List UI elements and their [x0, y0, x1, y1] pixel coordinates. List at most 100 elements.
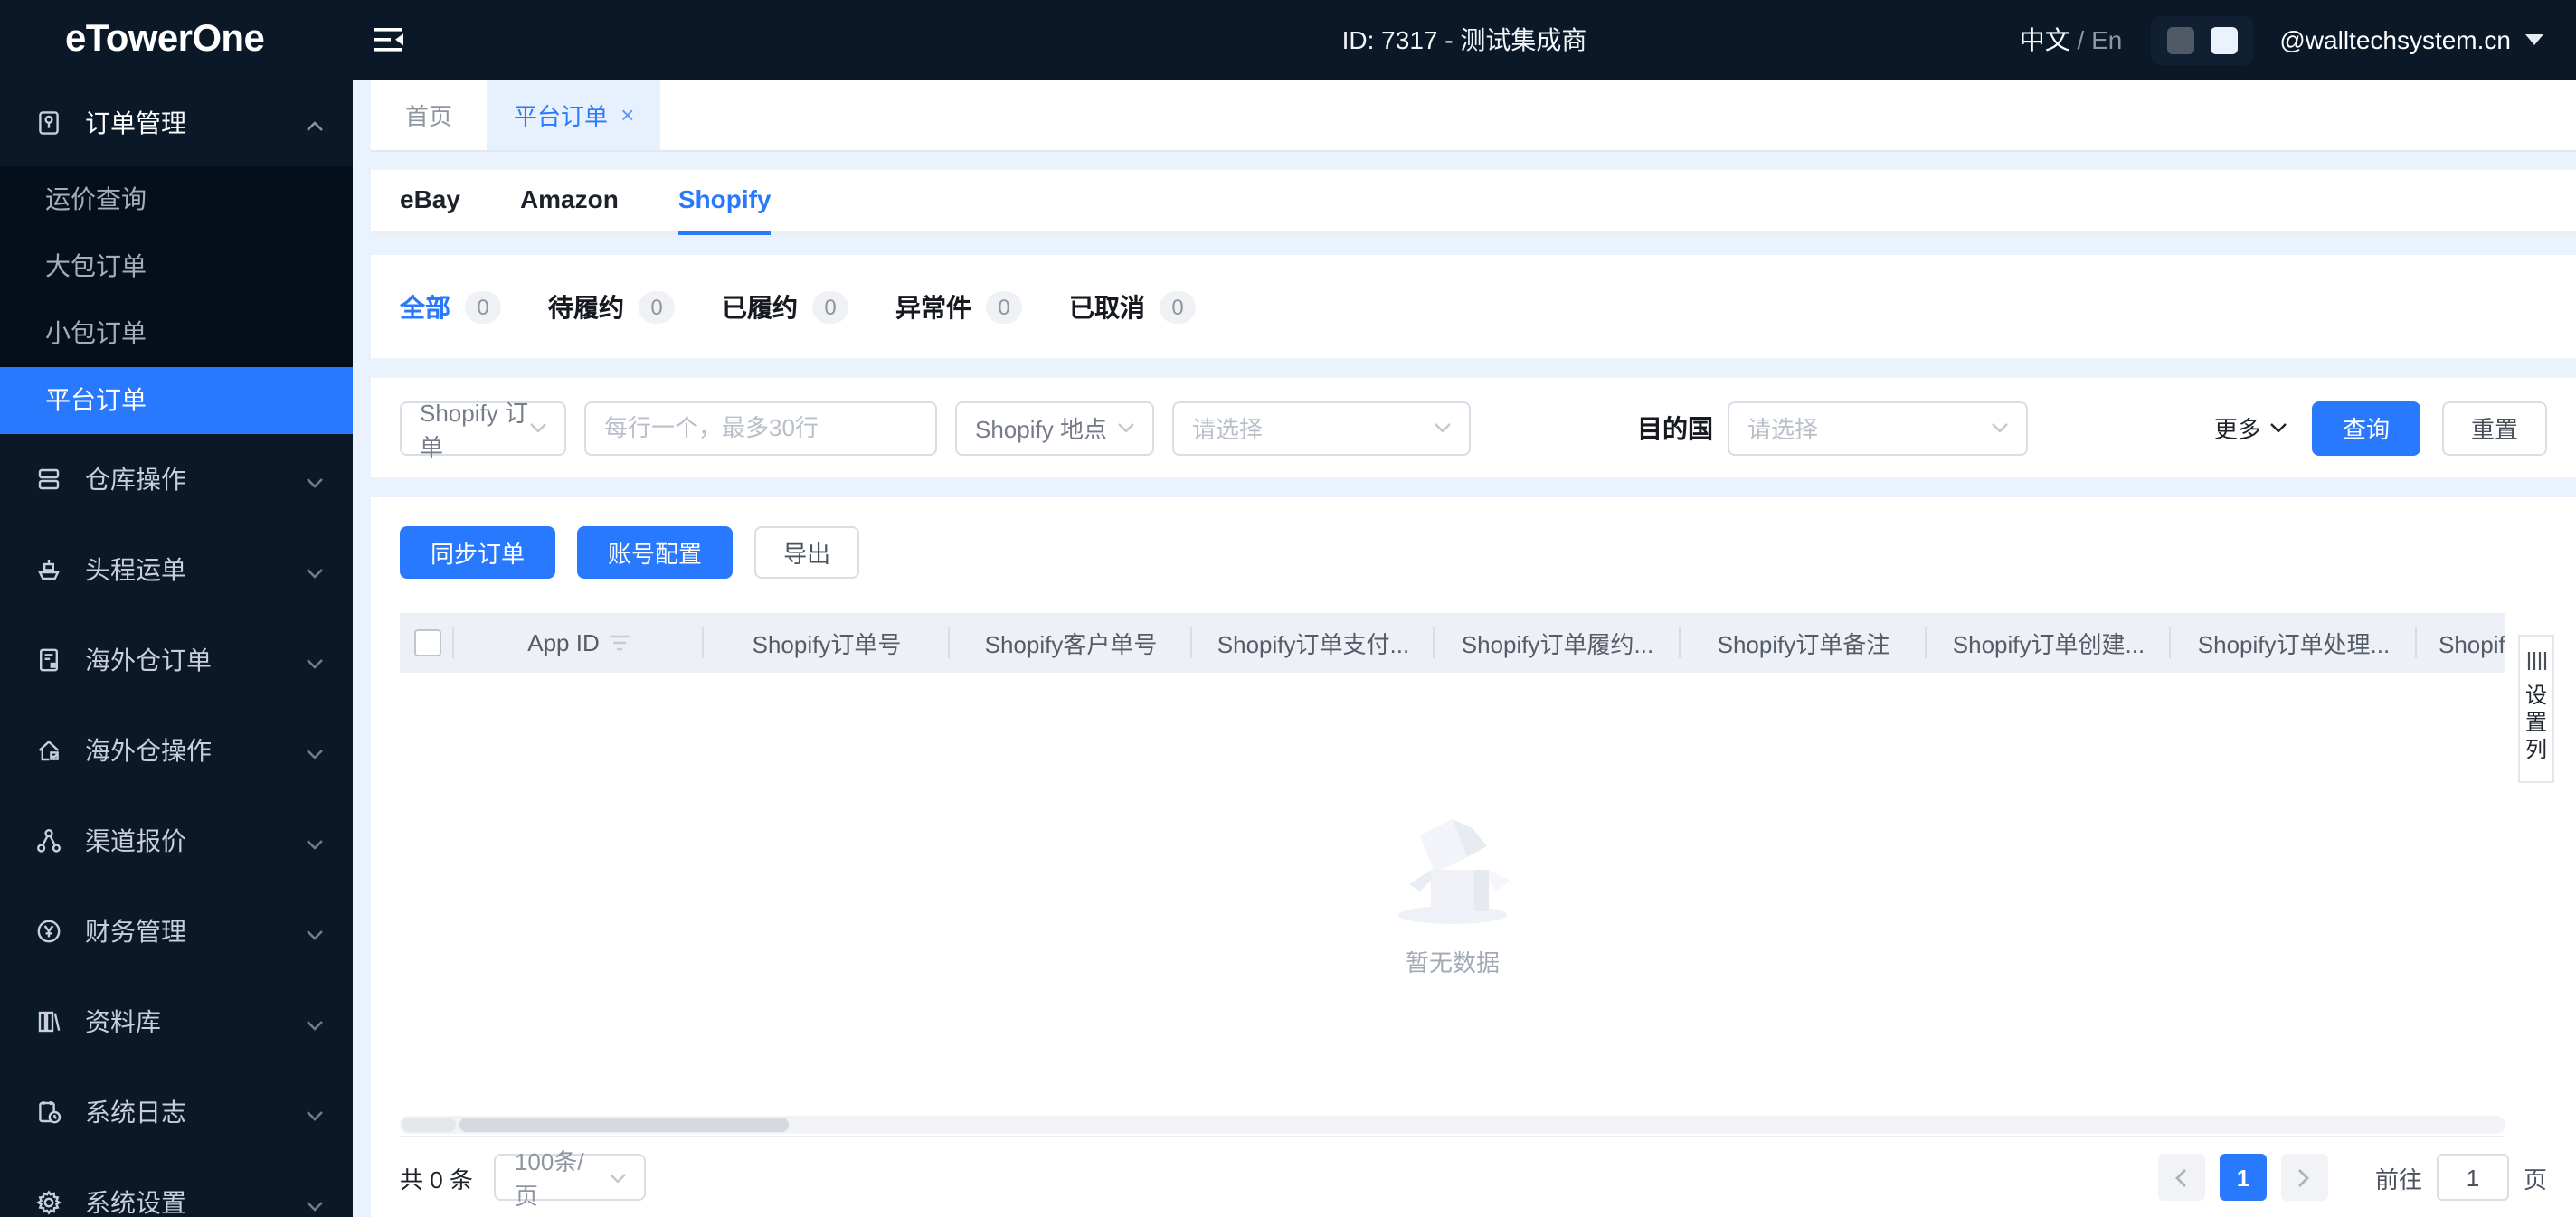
chevron-down-icon — [306, 917, 324, 946]
column-header-app-id[interactable]: App ID — [454, 613, 704, 673]
account-name[interactable]: @walltechsystem.cn — [2279, 25, 2511, 54]
sidebar-collapse-icon[interactable] — [374, 27, 405, 52]
column-filter-icon[interactable] — [610, 635, 630, 651]
chevron-down-icon — [306, 646, 324, 675]
chevron-down-icon — [306, 1007, 324, 1036]
column-header[interactable]: Shopify订单备注 — [1681, 613, 1927, 673]
sync-orders-button[interactable]: 同步订单 — [400, 526, 556, 579]
account-caret-icon[interactable] — [2525, 34, 2543, 45]
chevron-down-icon — [1992, 423, 2008, 432]
chevron-down-icon — [306, 1188, 324, 1217]
status-badge: 0 — [812, 290, 848, 323]
chevron-down-icon — [1118, 423, 1134, 432]
ship-icon — [34, 555, 63, 584]
order-type-select[interactable]: Shopify 订单 — [400, 399, 566, 460]
books-icon — [34, 1007, 63, 1036]
page-size-select[interactable]: 100条/页 — [494, 1148, 647, 1210]
language-switcher[interactable]: 中文 / En — [2020, 22, 2123, 58]
destination-select[interactable]: 请选择 — [1728, 401, 2028, 455]
column-header[interactable]: Shopify订单支付... — [1192, 613, 1435, 673]
columns-icon — [2526, 652, 2546, 670]
status-filter-fulfilled[interactable]: 已履约 0 — [722, 288, 848, 325]
sidebar-item-freight-query[interactable]: 运价查询 — [0, 166, 353, 233]
topbar-icon-chip — [2151, 15, 2255, 64]
chevron-left-icon — [2175, 1168, 2187, 1186]
tab-home[interactable]: 首页 — [371, 80, 489, 150]
sidebar-item-small-parcel-orders[interactable]: 小包订单 — [0, 300, 353, 367]
close-icon[interactable]: × — [620, 101, 634, 128]
column-header[interactable]: Shopify订单创建... — [1927, 613, 2171, 673]
generic-select[interactable]: 请选择 — [1172, 401, 1471, 455]
chevron-down-icon — [306, 465, 324, 494]
horizontal-scrollbar[interactable] — [400, 1116, 2505, 1134]
column-header[interactable]: Shopify订单号 — [704, 613, 950, 673]
topbar: eTowerOne ID: 7317 - 测试集成商 中文 / En @wall… — [0, 0, 2576, 80]
reset-button[interactable]: 重置 — [2441, 401, 2547, 455]
column-settings-button[interactable]: 设置列 — [2518, 635, 2554, 783]
select-all-cell — [400, 613, 454, 673]
scrollbar-segment[interactable] — [402, 1118, 456, 1132]
tab-shopify[interactable]: Shopify — [677, 170, 772, 235]
chevron-down-icon — [306, 826, 324, 855]
tab-amazon[interactable]: Amazon — [520, 170, 619, 235]
page-1-button[interactable]: 1 — [2219, 1154, 2267, 1201]
help-icon[interactable] — [2211, 26, 2239, 53]
sidebar-group-label: 订单管理 — [85, 108, 186, 137]
table-actions: 同步订单 账号配置 导出 — [400, 526, 2547, 579]
status-filter-bar: 全部 0 待履约 0 已履约 0 异常件 0 已取消 0 — [371, 255, 2576, 358]
tab-platform-orders[interactable]: 平台订单 × — [488, 80, 660, 150]
search-button[interactable]: 查询 — [2311, 401, 2420, 455]
chevron-right-icon — [2298, 1168, 2310, 1186]
status-badge: 0 — [465, 290, 501, 323]
goto-page-input[interactable] — [2436, 1154, 2509, 1201]
sidebar-group-order-management[interactable]: 订单管理 — [0, 80, 353, 166]
sidebar-item-overseas-orders[interactable]: 海外仓订单 — [0, 615, 353, 705]
sidebar-item-warehouse-ops[interactable]: 仓库操作 — [0, 434, 353, 524]
sidebar-item-finance[interactable]: 财务管理 — [0, 886, 353, 976]
chevron-up-icon — [306, 108, 324, 137]
notification-icon[interactable] — [2167, 26, 2195, 53]
next-page-button[interactable] — [2280, 1154, 2328, 1201]
order-management-icon — [34, 108, 63, 137]
status-filter-pending[interactable]: 待履约 0 — [548, 288, 675, 325]
sidebar-item-database[interactable]: 资料库 — [0, 976, 353, 1067]
chevron-down-icon — [611, 1173, 627, 1182]
document-box-icon — [34, 646, 63, 675]
sidebar: 订单管理 运价查询 大包订单 小包订单 平台订单 仓库操作 头程运单 海外仓订单… — [0, 80, 353, 1217]
chevron-down-icon — [1435, 423, 1451, 432]
chevron-down-icon — [306, 555, 324, 584]
column-header[interactable]: Shopify客户单号 — [950, 613, 1192, 673]
select-all-checkbox[interactable] — [413, 629, 440, 656]
location-select[interactable]: Shopify 地点 — [955, 401, 1154, 455]
more-filters-toggle[interactable]: 更多 — [2214, 410, 2287, 445]
gear-icon — [34, 1188, 63, 1217]
status-filter-all[interactable]: 全部 0 — [400, 288, 501, 325]
sidebar-item-first-leg[interactable]: 头程运单 — [0, 524, 353, 615]
scrollbar-thumb[interactable] — [459, 1118, 789, 1132]
yen-circle-icon — [34, 917, 63, 946]
app-window: eTowerOne ID: 7317 - 测试集成商 中文 / En @wall… — [0, 0, 2576, 1217]
topbar-right: 中文 / En @walltechsystem.cn — [2020, 15, 2576, 64]
status-filter-abnormal[interactable]: 异常件 0 — [895, 288, 1022, 325]
export-button[interactable]: 导出 — [754, 526, 860, 579]
sidebar-item-big-parcel-orders[interactable]: 大包订单 — [0, 233, 353, 300]
table-header: App ID Shopify订单号 Shopify客户单号 Shopify订单支… — [400, 613, 2505, 673]
account-config-button[interactable]: 账号配置 — [577, 526, 734, 579]
home-check-icon — [34, 736, 63, 765]
sidebar-item-platform-orders[interactable]: 平台订单 — [0, 367, 353, 434]
destination-label: 目的国 — [1637, 413, 1713, 442]
sidebar-item-overseas-ops[interactable]: 海外仓操作 — [0, 705, 353, 796]
sidebar-item-channel-quote[interactable]: 渠道报价 — [0, 796, 353, 886]
column-header[interactable]: Shopify订单履约... — [1435, 613, 1681, 673]
status-filter-cancelled[interactable]: 已取消 0 — [1069, 288, 1196, 325]
tab-ebay[interactable]: eBay — [400, 170, 460, 235]
column-header[interactable]: Shopify订... — [2417, 613, 2505, 673]
pager: 1 前往 页 — [2157, 1154, 2547, 1201]
sidebar-item-system-settings[interactable]: 系统设置 — [0, 1157, 353, 1217]
order-numbers-input[interactable] — [584, 401, 937, 455]
column-header[interactable]: Shopify订单处理... — [2171, 613, 2417, 673]
prev-page-button[interactable] — [2157, 1154, 2205, 1201]
total-count: 共 0 条 — [400, 1165, 473, 1193]
sidebar-item-system-log[interactable]: 系统日志 — [0, 1067, 353, 1157]
share-nodes-icon — [34, 826, 63, 855]
